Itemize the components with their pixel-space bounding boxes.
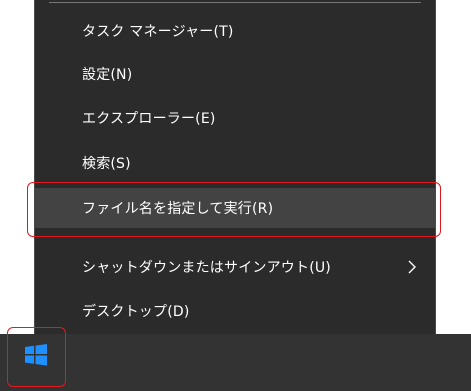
- start-context-menu: タスク マネージャー(T) 設定(N) エクスプローラー(E) 検索(S) ファ…: [34, 0, 436, 343]
- taskbar: [0, 334, 471, 391]
- menu-item-task-manager[interactable]: タスク マネージャー(T): [35, 13, 435, 49]
- windows-logo-icon: [25, 344, 47, 366]
- menu-item-explorer[interactable]: エクスプローラー(E): [35, 100, 435, 136]
- menu-item-label: デスクトップ(D): [82, 304, 190, 320]
- start-button[interactable]: [10, 329, 62, 381]
- chevron-right-icon: [408, 260, 416, 274]
- menu-item-run[interactable]: ファイル名を指定して実行(R): [35, 188, 435, 228]
- menu-item-label: タスク マネージャー(T): [82, 24, 234, 40]
- menu-item-label: ファイル名を指定して実行(R): [82, 201, 274, 217]
- menu-separator: [49, 236, 421, 237]
- menu-item-shutdown-signout[interactable]: シャットダウンまたはサインアウト(U): [35, 249, 435, 285]
- menu-item-settings[interactable]: 設定(N): [35, 56, 435, 92]
- menu-item-desktop[interactable]: デスクトップ(D): [35, 293, 435, 329]
- menu-item-label: シャットダウンまたはサインアウト(U): [82, 260, 331, 276]
- menu-item-label: 検索(S): [82, 156, 131, 172]
- menu-item-label: 設定(N): [82, 67, 133, 83]
- menu-item-label: エクスプローラー(E): [82, 111, 216, 127]
- menu-item-search[interactable]: 検索(S): [35, 145, 435, 181]
- menu-separator: [49, 2, 421, 3]
